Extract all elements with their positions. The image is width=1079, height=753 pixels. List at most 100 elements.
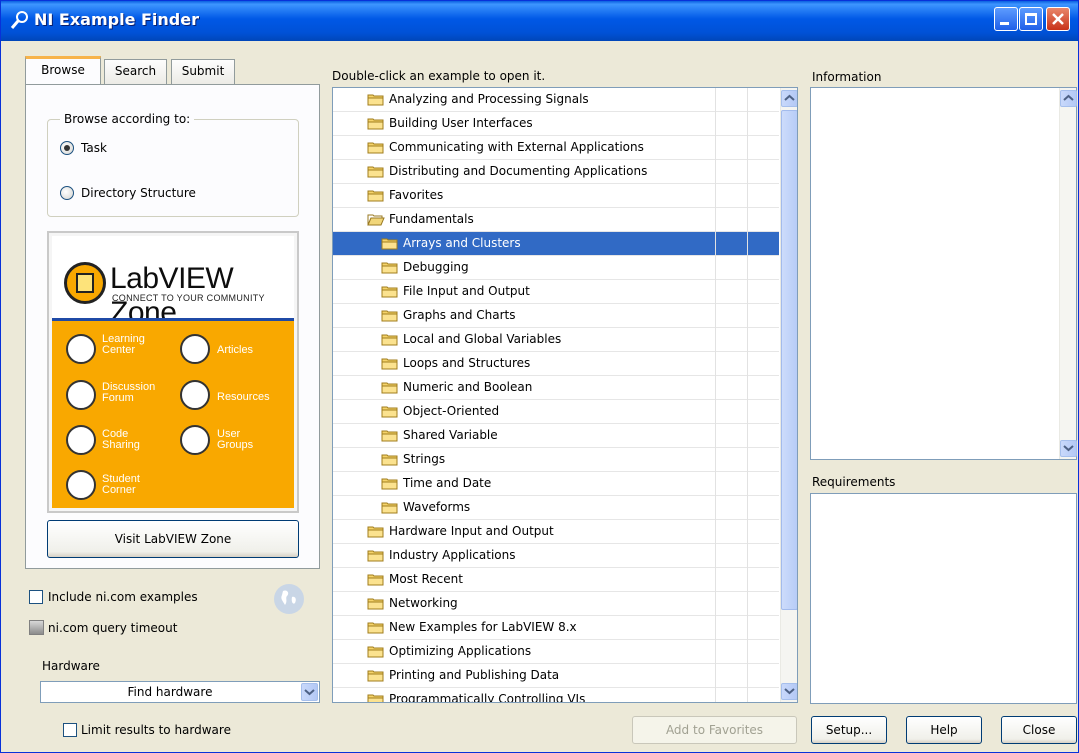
tree-item[interactable]: New Examples for LabVIEW 8.x [333,616,779,640]
tree-item-label: Communicating with External Applications [389,140,644,154]
information-scroll-up-button[interactable] [1060,90,1077,107]
column-divider [747,112,748,136]
add-to-favorites-button[interactable]: Add to Favorites [632,716,797,744]
tree-item[interactable]: Printing and Publishing Data [333,664,779,688]
tree-item[interactable]: Time and Date [333,472,779,496]
column-divider [715,256,716,280]
people-icon[interactable] [180,425,210,455]
book-icon[interactable] [180,380,210,410]
tree-item[interactable]: Waveforms [333,496,779,520]
tree-item[interactable]: Loops and Structures [333,352,779,376]
graduation-cap-icon[interactable] [66,334,96,364]
tab-search[interactable]: Search [104,59,167,84]
tree-item[interactable]: Analyzing and Processing Signals [333,88,779,112]
tree-item[interactable]: Programmatically Controlling VIs [333,688,779,702]
labview-zone-banner[interactable]: LabVIEW Zone CONNECT TO YOUR COMMUNITY L… [47,231,299,513]
tree-item-label: New Examples for LabVIEW 8.x [389,620,577,634]
column-divider [715,616,716,640]
column-divider [715,424,716,448]
tree-scroll-up-button[interactable] [781,90,797,107]
folder-icon [367,574,384,586]
title-bar[interactable]: NI Example Finder [1,1,1078,41]
tree-item[interactable]: Numeric and Boolean [333,376,779,400]
information-scrollbar[interactable] [1059,88,1077,459]
zone-link-articles[interactable]: Articles [217,345,277,356]
tree-item[interactable]: Most Recent [333,568,779,592]
zone-link-learning-center[interactable]: Learning Center [102,334,162,356]
query-timeout-indicator[interactable] [29,620,44,635]
tree-item-label: Arrays and Clusters [403,236,521,250]
tree-item[interactable]: Building User Interfaces [333,112,779,136]
directory-structure-label[interactable]: Directory Structure [81,186,196,200]
tree-item[interactable]: Optimizing Applications [333,640,779,664]
maximize-icon [1025,13,1037,25]
tree-item[interactable]: Communicating with External Applications [333,136,779,160]
tree-item[interactable]: Hardware Input and Output [333,520,779,544]
browse-tab-body: Browse according to: Task Directory Stru… [25,84,320,569]
task-radio[interactable] [60,141,74,155]
tree-item[interactable]: Debugging [333,256,779,280]
tree-item[interactable]: Strings [333,448,779,472]
folder-icon [381,238,398,250]
tree-item[interactable]: File Input and Output [333,280,779,304]
limit-hardware-label[interactable]: Limit results to hardware [81,723,231,737]
document-icon[interactable] [180,334,210,364]
tree-item-label: Analyzing and Processing Signals [389,92,589,106]
information-scroll-down-button[interactable] [1060,440,1077,457]
chat-icon[interactable] [66,380,96,410]
folder-icon [367,622,384,634]
limit-hardware-checkbox[interactable] [63,723,77,737]
task-radio-label[interactable]: Task [81,141,107,155]
tab-browse[interactable]: Browse [25,56,101,84]
student-icon[interactable] [66,470,96,500]
tree-item-label: Hardware Input and Output [389,524,554,538]
zone-link-user-groups[interactable]: User Groups [217,429,257,451]
tree-item-label: Local and Global Variables [403,332,562,346]
column-divider [747,184,748,208]
zone-link-discussion-forum[interactable]: Discussion Forum [102,382,162,404]
directory-structure-radio[interactable] [60,186,74,200]
tree-item[interactable]: Local and Global Variables [333,328,779,352]
zone-link-resources[interactable]: Resources [217,392,277,403]
tree-item[interactable]: Favorites [333,184,779,208]
tree-item[interactable]: Graphs and Charts [333,304,779,328]
tree-item[interactable]: Networking [333,592,779,616]
requirements-label: Requirements [812,475,896,489]
close-window-button[interactable] [1046,7,1070,31]
tree-scrollbar[interactable] [780,88,797,702]
help-button[interactable]: Help [906,716,982,744]
include-ni-label[interactable]: Include ni.com examples [48,590,198,604]
column-divider [715,448,716,472]
tree-scroll-down-button[interactable] [781,683,797,700]
folder-icon [367,694,384,702]
close-button[interactable]: Close [1001,716,1077,744]
tab-submit[interactable]: Submit [171,59,235,84]
minimize-button[interactable] [994,7,1018,31]
column-divider [747,688,748,702]
tree-scroll-thumb[interactable] [781,110,797,610]
setup-button[interactable]: Setup... [811,716,887,744]
maximize-button[interactable] [1019,7,1043,31]
information-box[interactable] [810,87,1077,460]
tree-item[interactable]: Object-Oriented [333,400,779,424]
examples-tree[interactable]: Analyzing and Processing Signals Building… [332,87,798,703]
tree-item[interactable]: Shared Variable [333,424,779,448]
include-ni-checkbox[interactable] [29,590,43,604]
gears-icon[interactable] [66,425,96,455]
tree-item[interactable]: Fundamentals [333,208,779,232]
zone-link-student-corner[interactable]: Student Corner [102,474,162,496]
tree-instruction: Double-click an example to open it. [332,69,546,83]
tree-item[interactable]: Distributing and Documenting Application… [333,160,779,184]
folder-icon [367,190,384,202]
tree-item-label: Fundamentals [389,212,474,226]
requirements-box[interactable] [810,493,1077,704]
hardware-dropdown-button[interactable] [301,683,318,701]
column-divider [747,640,748,664]
folder-icon [381,502,398,514]
hardware-select[interactable]: Find hardware [40,681,320,703]
folder-icon [381,430,398,442]
tree-item[interactable]: Arrays and Clusters [333,232,779,256]
zone-link-code-sharing[interactable]: Code Sharing [102,429,162,451]
tree-item[interactable]: Industry Applications [333,544,779,568]
visit-labview-zone-button[interactable]: Visit LabVIEW Zone [47,520,299,558]
